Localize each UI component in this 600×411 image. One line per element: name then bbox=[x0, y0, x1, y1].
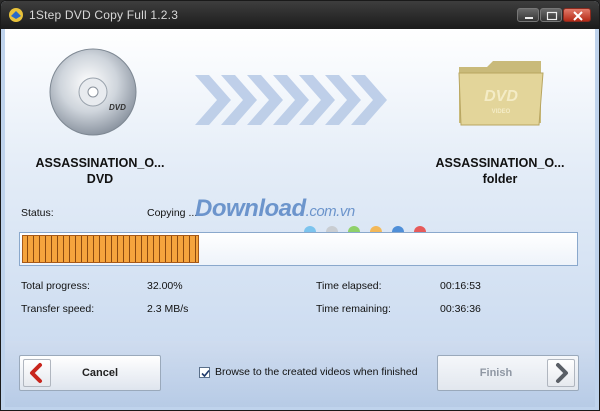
minimize-button[interactable] bbox=[517, 8, 539, 22]
dvd-folder-icon: DVD VIDEO bbox=[458, 61, 544, 126]
maximize-button[interactable] bbox=[540, 8, 562, 22]
main-panel: DVD DVD VIDEO ASSASSINATION_O... DVD ASS… bbox=[5, 29, 595, 407]
folder-label: DVD bbox=[484, 88, 518, 105]
folder-sublabel: VIDEO bbox=[492, 109, 511, 115]
source-name: ASSASSINATION_O... bbox=[35, 156, 165, 170]
window-title: 1Step DVD Copy Full 1.2.3 bbox=[29, 8, 179, 22]
total-progress-label: Total progress: bbox=[21, 280, 90, 292]
title-bar[interactable]: 1Step DVD Copy Full 1.2.3 bbox=[1, 1, 599, 29]
maximize-icon bbox=[546, 11, 558, 21]
transfer-speed-label: Transfer speed: bbox=[21, 303, 95, 315]
close-button[interactable] bbox=[563, 8, 591, 22]
time-remaining-value: 00:36:36 bbox=[440, 303, 481, 315]
transfer-arrows-icon bbox=[195, 75, 387, 125]
time-elapsed-label: Time elapsed: bbox=[316, 280, 382, 292]
watermark-logo: Download.com.vn bbox=[195, 195, 355, 223]
minimize-icon bbox=[525, 17, 533, 19]
destination-type: folder bbox=[482, 172, 518, 186]
app-logo-icon bbox=[9, 8, 23, 22]
time-elapsed-value: 00:16:53 bbox=[440, 280, 481, 292]
checkmark-icon bbox=[201, 369, 210, 378]
time-remaining-label: Time remaining: bbox=[316, 303, 391, 315]
destination-name: ASSASSINATION_O... bbox=[435, 156, 565, 170]
dvd-disc-icon: DVD bbox=[49, 48, 137, 136]
status-value: Copying ... bbox=[147, 207, 198, 219]
watermark-main: Download bbox=[195, 195, 306, 222]
progress-fill bbox=[22, 235, 199, 263]
app-window: 1Step DVD Copy Full 1.2.3 DVD DVD VIDEO … bbox=[0, 0, 600, 411]
source-type: DVD bbox=[86, 172, 114, 186]
cancel-label: Cancel bbox=[81, 367, 119, 379]
total-progress-value: 32.00% bbox=[147, 280, 183, 292]
forward-arrow-icon bbox=[547, 359, 575, 387]
browse-checkbox-label[interactable]: Browse to the created videos when finish… bbox=[215, 366, 418, 378]
cancel-button[interactable]: Cancel bbox=[19, 355, 161, 391]
watermark-suffix: .com.vn bbox=[305, 203, 356, 220]
close-icon bbox=[573, 11, 583, 21]
finish-button[interactable]: Finish bbox=[437, 355, 579, 391]
transfer-speed-value: 2.3 MB/s bbox=[147, 303, 189, 315]
progress-bar bbox=[19, 232, 578, 266]
status-label: Status: bbox=[21, 207, 54, 219]
disc-label: DVD bbox=[109, 103, 126, 112]
browse-checkbox[interactable] bbox=[199, 367, 210, 378]
